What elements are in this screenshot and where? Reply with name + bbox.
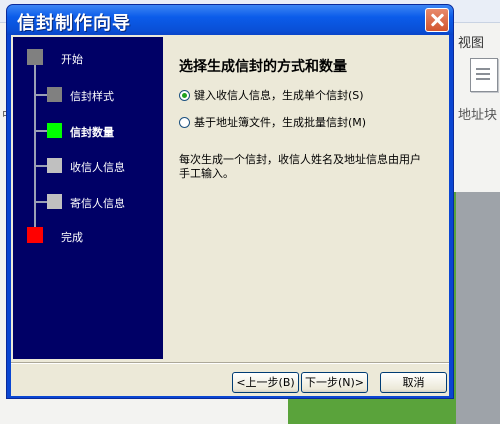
dialog-title: 信封制作向导	[17, 13, 131, 34]
step-marker-recipient-info	[47, 158, 62, 173]
document-icon	[470, 58, 498, 92]
step-marker-envelope-style	[47, 87, 62, 102]
option-batch-envelope-label: 基于地址簿文件，生成批量信封(M)	[194, 116, 367, 129]
background-view-label: 视图	[458, 36, 485, 51]
next-button[interactable]: 下一步(N)>	[301, 372, 368, 393]
step-label-start: 开始	[61, 53, 83, 66]
back-button[interactable]: <上一步(B)	[232, 372, 299, 393]
step-label-envelope-style: 信封样式	[70, 90, 114, 103]
background-grey-area	[456, 192, 500, 424]
steps-connector-line	[34, 59, 36, 233]
wizard-steps-panel: 开始 信封样式 信封数量 收信人信息 寄信人信息 完成	[13, 37, 163, 359]
option-batch-envelope[interactable]: 基于地址簿文件，生成批量信封(M)	[179, 114, 366, 130]
option-single-envelope[interactable]: 键入收信人信息，生成单个信封(S)	[179, 87, 364, 103]
step-label-sender-info: 寄信人信息	[70, 197, 125, 210]
dialog-client-area: 开始 信封样式 信封数量 收信人信息 寄信人信息 完成 选择生成信封的方式和数量…	[11, 35, 449, 396]
step-label-finish: 完成	[61, 231, 83, 244]
close-button[interactable]	[425, 8, 449, 32]
step-marker-start	[27, 49, 43, 65]
step-marker-finish	[27, 227, 43, 243]
radio-single-envelope[interactable]	[179, 89, 190, 101]
option-description: 每次生成一个信封，收信人姓名及地址信息由用户手工输入。	[179, 153, 421, 180]
footer-separator	[11, 362, 449, 364]
radio-batch-envelope[interactable]	[179, 116, 190, 128]
cancel-button[interactable]: 取消	[380, 372, 447, 393]
step-label-envelope-quantity: 信封数量	[70, 126, 114, 139]
step-marker-sender-info	[47, 194, 62, 209]
background-address-block-label: 地址块	[458, 108, 498, 123]
step-label-recipient-info: 收信人信息	[70, 161, 125, 174]
envelope-wizard-dialog: 信封制作向导 开始 信封样式 信封数量 收信人信息 寄信人信息 完成 选择生成信…	[6, 4, 454, 399]
option-single-envelope-label: 键入收信人信息，生成单个信封(S)	[194, 89, 364, 102]
step-marker-envelope-quantity	[47, 123, 62, 138]
dialog-titlebar[interactable]: 信封制作向导	[7, 5, 453, 35]
page-heading: 选择生成信封的方式和数量	[179, 59, 347, 75]
